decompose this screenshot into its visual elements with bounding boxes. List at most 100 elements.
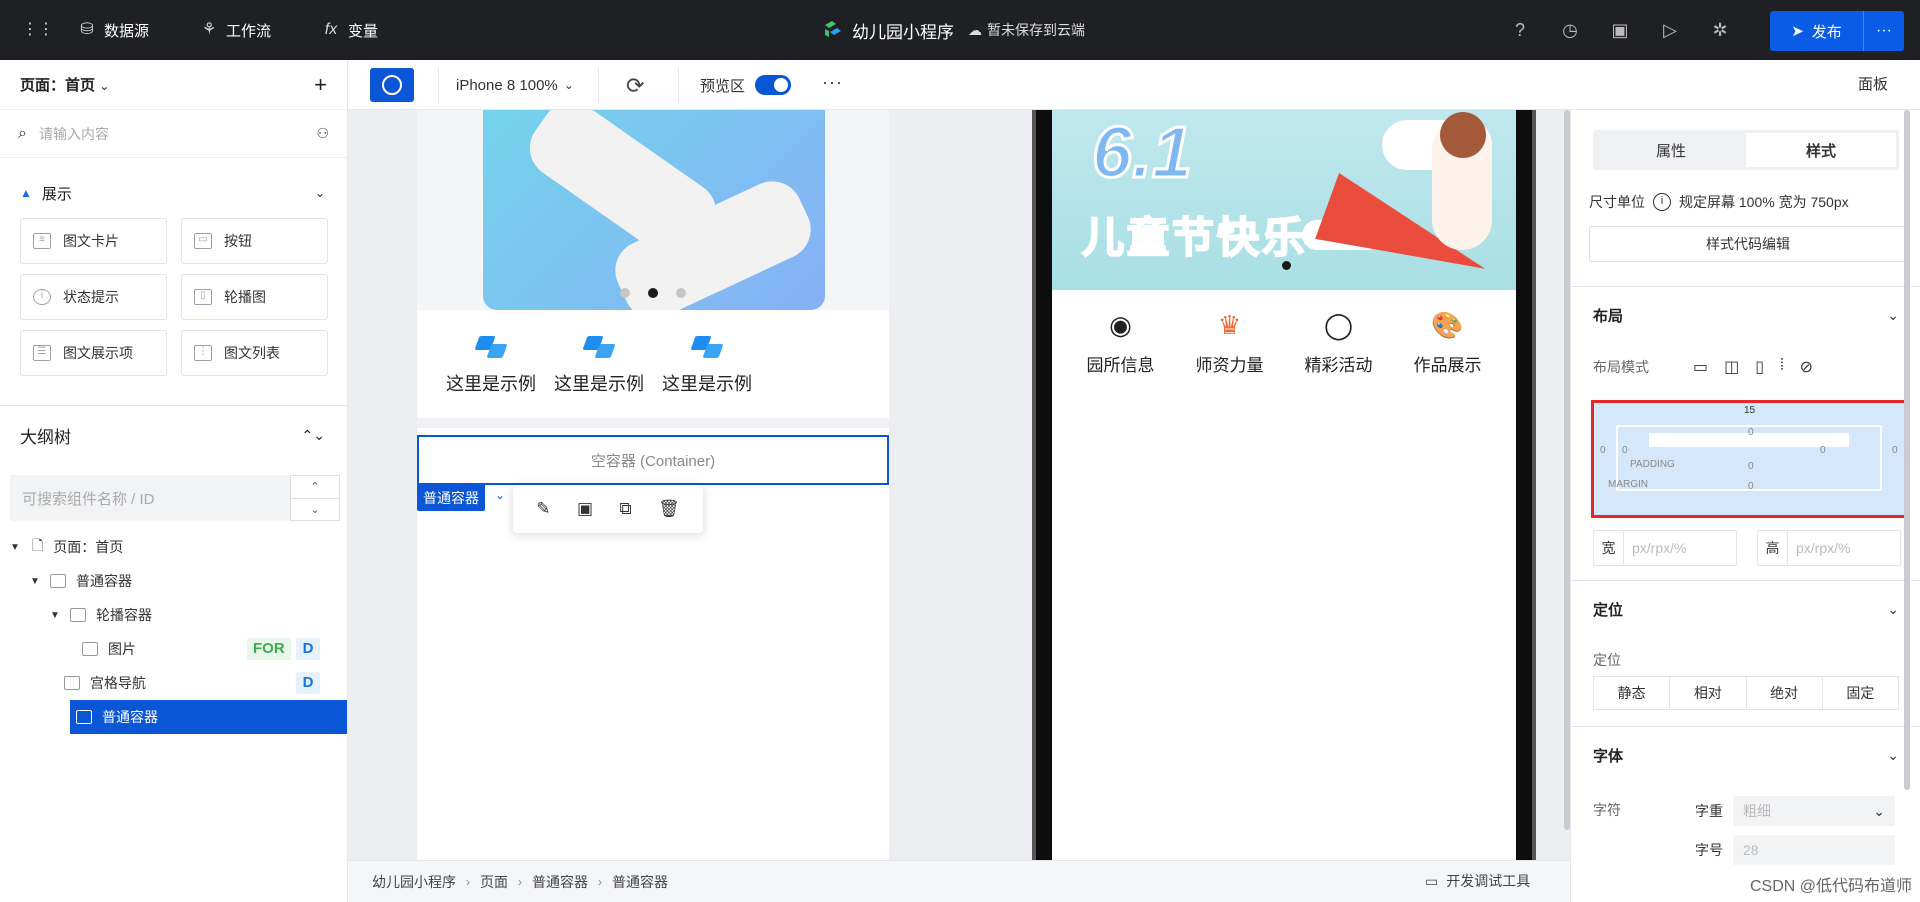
- tree-node-container-selected[interactable]: 普通容器: [70, 700, 347, 734]
- watermark: CSDN @低代码布道师: [1749, 878, 1912, 895]
- font-section-header[interactable]: 字体 ⌄: [1571, 726, 1920, 784]
- miniprogram-icon: [382, 75, 402, 95]
- grid-nav-preview: 这里是示例 这里是示例 这里是示例: [417, 310, 889, 418]
- caret-down-icon: ▼: [30, 575, 40, 587]
- height-field[interactable]: 高 px/rpx/%: [1757, 530, 1901, 566]
- tree-node-grid-nav[interactable]: 宫格导航 D: [0, 666, 347, 700]
- run-icon[interactable]: ▷: [1660, 20, 1680, 40]
- collapse-icon[interactable]: ⌃⌄: [302, 427, 325, 444]
- chevron-down-icon: ⌄: [1873, 802, 1885, 819]
- grid-item[interactable]: 这里是示例: [443, 310, 539, 418]
- tree-node-image[interactable]: 图片 FOR D: [0, 632, 347, 666]
- grid-item[interactable]: 这里是示例: [659, 310, 755, 418]
- device-select[interactable]: iPhone 8 100% ⌄: [456, 60, 574, 110]
- balloon-icon: ◯: [1323, 309, 1354, 340]
- save-icon[interactable]: ▣: [577, 499, 593, 519]
- save-icon[interactable]: ▣: [1610, 20, 1630, 40]
- add-page-icon[interactable]: +: [314, 72, 327, 98]
- carousel-preview[interactable]: [417, 110, 889, 310]
- nav-item[interactable]: 🎨 作品展示: [1414, 305, 1482, 376]
- right-scrollbar[interactable]: [1904, 110, 1910, 790]
- datasource-menu[interactable]: ⛁ 数据源: [78, 0, 149, 60]
- breadcrumb-item[interactable]: 普通容器: [532, 872, 588, 892]
- component-carousel[interactable]: ▯ 轮播图: [181, 274, 328, 320]
- position-section-header[interactable]: 定位 ⌄: [1571, 580, 1920, 638]
- grid-item[interactable]: 这里是示例: [551, 310, 647, 418]
- copy-icon[interactable]: ⧉: [620, 499, 632, 519]
- edit-icon[interactable]: ✎: [536, 499, 550, 519]
- workflow-menu[interactable]: ⚘ 工作流: [200, 0, 271, 60]
- chevron-down-icon[interactable]: ⌄: [495, 488, 505, 502]
- nav-item[interactable]: ◉ 园所信息: [1087, 305, 1155, 376]
- selected-component-tag[interactable]: 普通容器: [417, 485, 485, 511]
- layout-section-header[interactable]: 布局 ⌄: [1571, 286, 1920, 344]
- inline-block-icon[interactable]: ▯: [1755, 357, 1764, 377]
- publish-button[interactable]: ➤ 发布 ···: [1770, 11, 1904, 51]
- component-display-item[interactable]: ☰ 图文展示项: [20, 330, 167, 376]
- miniprogram-mode-button[interactable]: [370, 68, 414, 102]
- width-field[interactable]: 宽 px/rpx/%: [1593, 530, 1737, 566]
- database-icon: ⛁: [80, 21, 94, 38]
- data-badge: D: [296, 638, 320, 660]
- empty-container[interactable]: 空容器 (Container): [417, 435, 889, 485]
- more-icon[interactable]: ···: [1864, 22, 1904, 40]
- tree-node-page[interactable]: ▼ 🗋 页面：首页: [0, 530, 347, 564]
- tree-node-container[interactable]: ▼ 普通容器: [0, 564, 347, 598]
- chevron-down-icon: ⌄: [1887, 601, 1899, 617]
- page-selector[interactable]: 页面：首页 ⌄ +: [0, 60, 347, 110]
- next-icon[interactable]: ⌄: [291, 499, 339, 521]
- outline-search-input[interactable]: 可搜索组件名称 / ID: [10, 475, 290, 521]
- tab-props[interactable]: 属性: [1596, 133, 1746, 167]
- grid-nav-icon: [64, 676, 80, 690]
- flex-layout-icon[interactable]: ◫: [1724, 357, 1739, 377]
- position-relative[interactable]: 相对: [1670, 677, 1747, 709]
- preview-toggle-group: 预览区: [700, 60, 792, 110]
- history-icon[interactable]: ◷: [1560, 20, 1580, 40]
- style-code-edit-button[interactable]: 样式代码编辑: [1589, 226, 1907, 262]
- component-button[interactable]: ▭ 按钮: [181, 218, 328, 264]
- variables-menu[interactable]: fx 变量: [322, 0, 378, 60]
- inline-icon[interactable]: ⦙: [1780, 357, 1784, 377]
- app-title: 幼儿园小程序 ☁ 暂未保存到云端: [822, 0, 1085, 60]
- chevron-down-icon: ⌄: [1887, 747, 1899, 763]
- component-search[interactable]: ⌕ 请输入内容 ⚇: [0, 110, 347, 158]
- hidden-eye-icon[interactable]: ⊘: [1800, 357, 1813, 377]
- prev-icon[interactable]: ⌃: [291, 476, 339, 499]
- help-icon[interactable]: ?: [1510, 20, 1530, 40]
- section-display[interactable]: ▲ 展示 ⌄: [0, 168, 347, 218]
- nav-item[interactable]: ♛ 师资力量: [1196, 305, 1264, 376]
- placeholder-logo-icon: [582, 334, 616, 360]
- props-style-tabs: 属性 样式: [1593, 130, 1899, 170]
- tab-style[interactable]: 样式: [1746, 133, 1896, 167]
- devtools-button[interactable]: ▭ 开发调试工具: [1425, 860, 1530, 902]
- apps-grid-icon[interactable]: ⋮⋮: [22, 0, 54, 60]
- position-fixed[interactable]: 固定: [1823, 677, 1898, 709]
- font-weight-row: 字重 粗细 ⌄: [1695, 794, 1895, 828]
- image-text-card-icon: ≡: [33, 233, 51, 249]
- component-status[interactable]: i 状态提示: [20, 274, 167, 320]
- font-size-input[interactable]: 28: [1733, 835, 1895, 865]
- nav-item[interactable]: ◯ 精彩活动: [1305, 305, 1373, 376]
- breadcrumb-item[interactable]: 页面: [480, 872, 508, 892]
- panel-button[interactable]: 面板: [1858, 60, 1888, 110]
- position-static[interactable]: 静态: [1594, 677, 1671, 709]
- component-list[interactable]: ⋮ 图文列表: [181, 330, 328, 376]
- breadcrumb-item[interactable]: 幼儿园小程序: [372, 872, 456, 892]
- box-model-editor[interactable]: 15 0 0 0 0 0 PADDING 0 MARGIN 0: [1591, 400, 1907, 518]
- more-options-icon[interactable]: ···: [822, 72, 843, 93]
- block-layout-icon[interactable]: ▭: [1693, 357, 1708, 377]
- font-weight-select[interactable]: 粗细 ⌄: [1733, 796, 1895, 826]
- breadcrumb-item[interactable]: 普通容器: [612, 872, 668, 892]
- tree-node-carousel[interactable]: ▼ 轮播容器: [0, 598, 347, 632]
- refresh-icon[interactable]: ⟳: [626, 73, 644, 99]
- info-icon[interactable]: i: [1653, 193, 1671, 211]
- position-absolute[interactable]: 绝对: [1747, 677, 1823, 709]
- debug-icon[interactable]: ✲: [1710, 20, 1730, 40]
- component-card[interactable]: ≡ 图文卡片: [20, 218, 167, 264]
- preview-toggle[interactable]: [755, 75, 792, 95]
- palette-icon: 🎨: [1431, 309, 1464, 340]
- display-item-icon: ☰: [33, 345, 51, 361]
- component-library-icon[interactable]: ⚇: [316, 125, 329, 142]
- delete-icon[interactable]: 🗑: [658, 499, 680, 519]
- banner-image[interactable]: 6.1 儿童节快乐: [1052, 110, 1516, 290]
